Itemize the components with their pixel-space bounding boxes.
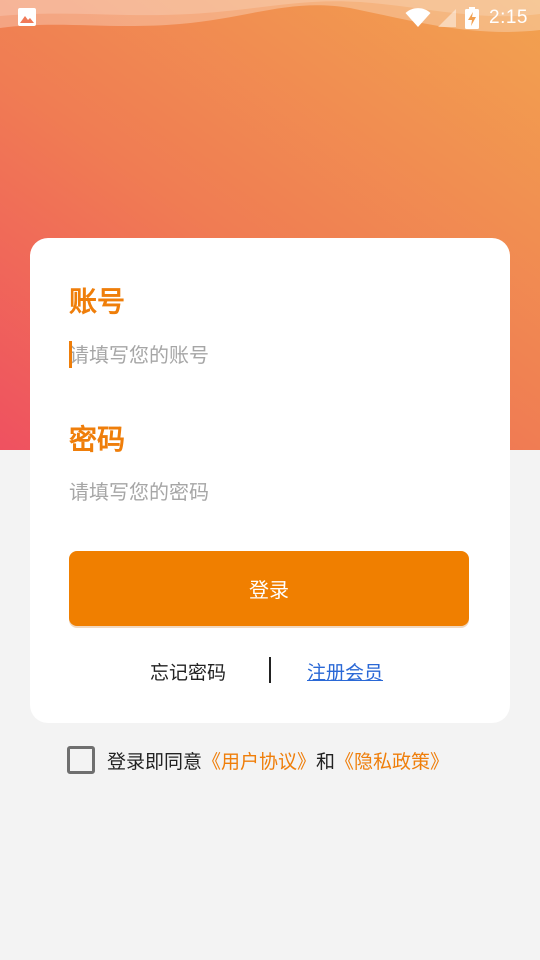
account-input[interactable] [69, 340, 469, 370]
register-link[interactable]: 注册会员 [307, 658, 383, 685]
text-caret [69, 341, 72, 368]
auth-links: 忘记密码 注册会员 [30, 656, 510, 686]
agreement-prefix: 登录即同意 [107, 750, 203, 773]
agreement-checkbox[interactable] [67, 746, 95, 774]
status-bar: 2:15 [0, 0, 540, 36]
password-input[interactable] [69, 477, 469, 507]
user-agreement-link[interactable]: 《用户协议》 [202, 747, 316, 774]
privacy-policy-link[interactable]: 《隐私政策》 [335, 747, 449, 774]
battery-charging-icon [465, 7, 480, 29]
account-label: 账号 [69, 285, 126, 318]
wifi-icon [405, 8, 431, 27]
link-divider [269, 657, 271, 683]
agreement-conjunction: 和 [316, 750, 336, 773]
status-time: 2:15 [489, 7, 528, 28]
forgot-password-link[interactable]: 忘记密码 [150, 658, 226, 685]
status-icons: 2:15 [405, 6, 528, 30]
password-label: 密码 [69, 423, 126, 456]
signal-icon [438, 9, 457, 27]
login-button[interactable]: 登录 [69, 551, 469, 626]
image-icon [18, 8, 36, 26]
login-card: 账号 密码 登录 忘记密码 注册会员 [30, 238, 510, 723]
agreement-row: 登录即同意 《用户协议》 和 《隐私政策》 [67, 744, 449, 776]
